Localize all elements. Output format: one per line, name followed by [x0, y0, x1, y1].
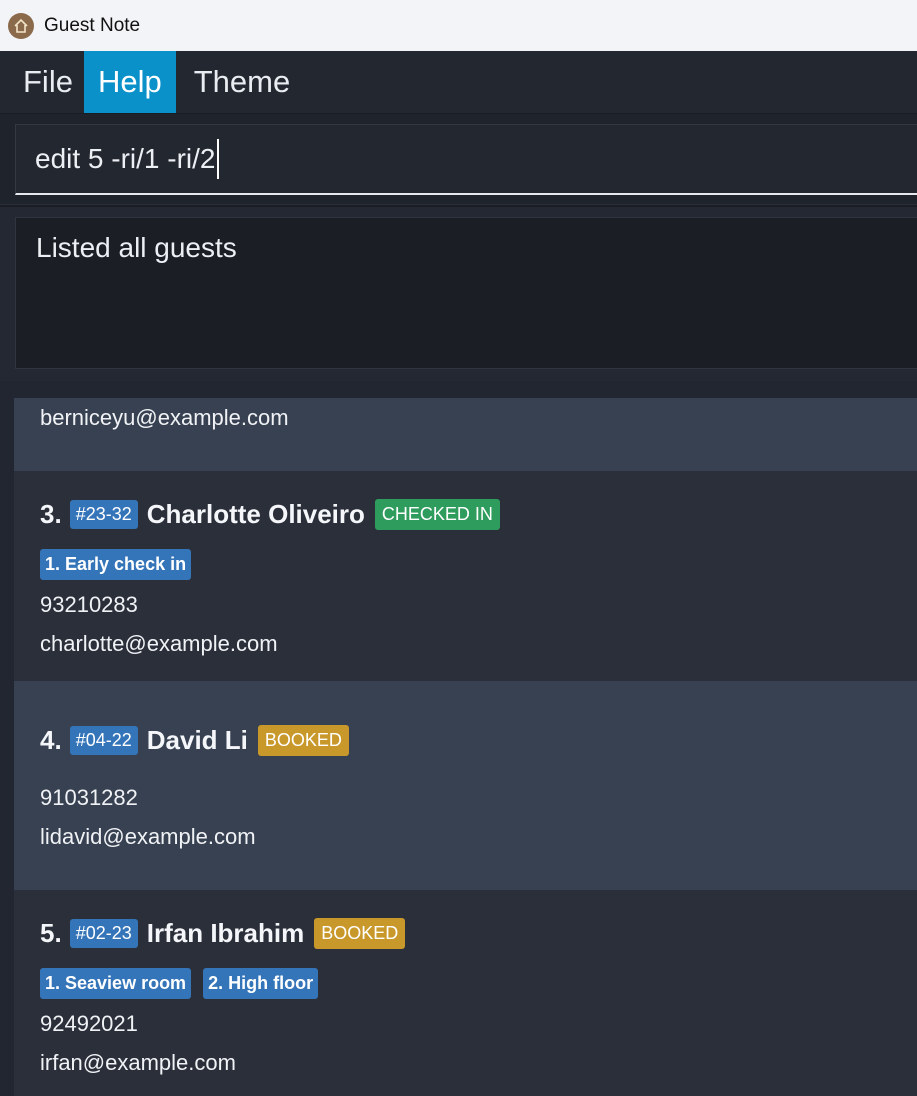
guest-name: David Li: [146, 725, 248, 755]
command-box-container: edit 5 -ri/1 -ri/2: [0, 114, 917, 204]
menu-file[interactable]: File: [0, 51, 84, 113]
guest-phone: 91031282: [40, 785, 138, 810]
command-input[interactable]: edit 5 -ri/1 -ri/2: [15, 124, 917, 195]
request-tag: 1. Early check in: [40, 549, 192, 580]
request-list: 1. Seaview room 2. High floor: [40, 968, 330, 999]
guest-list[interactable]: berniceyu@example.com 3. #23-32 Charlott…: [0, 381, 917, 1096]
guest-email: charlotte@example.com: [40, 631, 278, 656]
status-badge: CHECKED IN: [374, 499, 500, 530]
status-badge: BOOKED: [314, 918, 406, 949]
command-text: edit 5 -ri/1 -ri/2: [35, 143, 216, 174]
title-bar: Guest Note: [0, 0, 917, 52]
request-list: 1. Early check in: [40, 549, 203, 580]
guest-index: 4.: [40, 725, 62, 755]
guest-index: 5.: [40, 918, 62, 948]
app-house-icon: [8, 12, 34, 39]
request-tag: 2. High floor: [203, 968, 319, 999]
guest-index: 3.: [40, 499, 62, 529]
guest-card[interactable]: 3. #23-32 Charlotte Oliveiro CHECKED IN …: [14, 471, 917, 681]
guest-phone: 93210283: [40, 592, 138, 617]
guest-header: 4. #04-22 David Li BOOKED: [40, 725, 349, 756]
guest-header: 5. #02-23 Irfan Ibrahim BOOKED: [40, 918, 406, 949]
guest-name: Charlotte Oliveiro: [146, 499, 365, 529]
guest-email: irfan@example.com: [40, 1050, 236, 1075]
result-message: Listed all guests: [36, 232, 237, 263]
result-display-container: Listed all guests: [0, 205, 917, 381]
guest-email: lidavid@example.com: [40, 824, 256, 849]
window-title: Guest Note: [44, 14, 141, 36]
result-display[interactable]: Listed all guests: [15, 217, 917, 369]
menu-bar: File Help Theme: [0, 51, 917, 114]
room-tag: #02-23: [69, 919, 138, 948]
guest-card[interactable]: 5. #02-23 Irfan Ibrahim BOOKED 1. Seavie…: [14, 890, 917, 1096]
guest-card[interactable]: 4. #04-22 David Li BOOKED 91031282 lidav…: [14, 681, 917, 890]
menu-help[interactable]: Help: [83, 51, 176, 113]
request-tag: 1. Seaview room: [40, 968, 192, 999]
guest-name: Irfan Ibrahim: [146, 918, 305, 948]
guest-card[interactable]: berniceyu@example.com: [14, 398, 917, 471]
guest-header: 3. #23-32 Charlotte Oliveiro CHECKED IN: [40, 499, 500, 530]
room-tag: #23-32: [69, 500, 138, 529]
menu-theme[interactable]: Theme: [176, 51, 301, 113]
status-badge: BOOKED: [257, 725, 349, 756]
guest-email: berniceyu@example.com: [40, 405, 289, 430]
guest-phone: 92492021: [40, 1011, 138, 1036]
text-caret: [216, 139, 219, 179]
room-tag: #04-22: [69, 726, 138, 755]
